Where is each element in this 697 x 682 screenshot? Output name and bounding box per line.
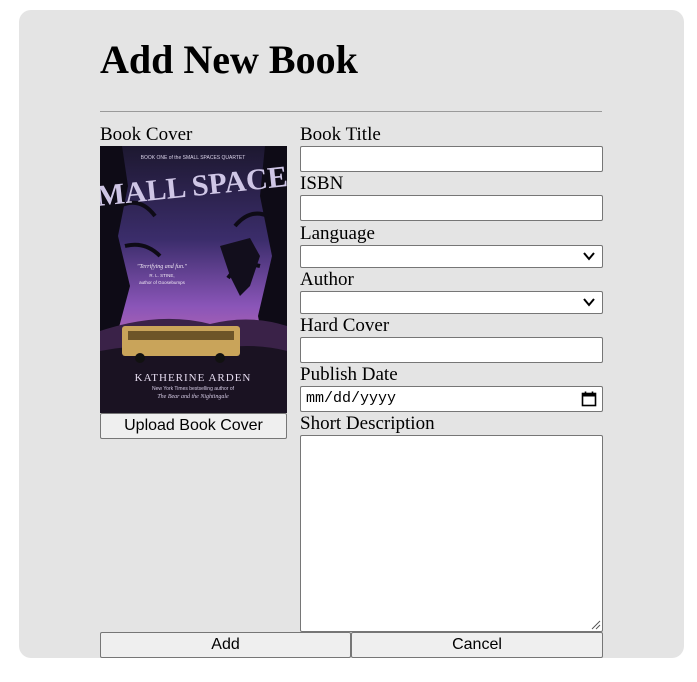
- isbn-label: ISBN: [300, 173, 344, 194]
- cover-byline-1: New York Times bestselling author of: [152, 386, 235, 392]
- short-description-label: Short Description: [300, 413, 435, 434]
- add-button[interactable]: Add: [100, 632, 351, 658]
- calendar-icon[interactable]: [581, 391, 597, 407]
- language-label: Language: [300, 223, 375, 244]
- hard-cover-input[interactable]: [300, 337, 603, 363]
- publish-date-input[interactable]: mm/dd/yyyy: [300, 386, 603, 412]
- book-cover-label: Book Cover: [100, 124, 193, 145]
- publish-date-label: Publish Date: [300, 364, 398, 385]
- chevron-down-icon: [583, 298, 595, 307]
- isbn-input[interactable]: [300, 195, 603, 221]
- short-description-textarea[interactable]: [300, 435, 603, 632]
- author-label: Author: [300, 269, 354, 290]
- book-title-label: Book Title: [300, 124, 381, 145]
- upload-book-cover-button[interactable]: Upload Book Cover: [100, 413, 287, 439]
- cover-quote: "Terrifying and fun.": [137, 263, 187, 270]
- cancel-button[interactable]: Cancel: [351, 632, 603, 658]
- book-title-input[interactable]: [300, 146, 603, 172]
- page-title: Add New Book: [100, 37, 358, 82]
- cover-quote-author: R. L. STINE,: [149, 273, 174, 278]
- resize-grip-icon[interactable]: [590, 619, 601, 630]
- hard-cover-label: Hard Cover: [300, 315, 390, 336]
- cover-quote-source: author of Goosebumps: [139, 280, 186, 285]
- publish-date-placeholder: mm/dd/yyyy: [306, 390, 397, 407]
- cover-author-name: KATHERINE ARDEN: [135, 372, 252, 384]
- language-select[interactable]: [300, 245, 603, 268]
- cover-byline-2: The Bear and the Nightingale: [157, 394, 229, 400]
- chevron-down-icon: [583, 252, 595, 261]
- title-divider: [100, 111, 602, 112]
- author-select[interactable]: [300, 291, 603, 314]
- book-cover-image: BOOK ONE of the SMALL SPACES QUARTET SMA…: [100, 146, 287, 413]
- cover-series-line: BOOK ONE of the SMALL SPACES QUARTET: [141, 155, 246, 161]
